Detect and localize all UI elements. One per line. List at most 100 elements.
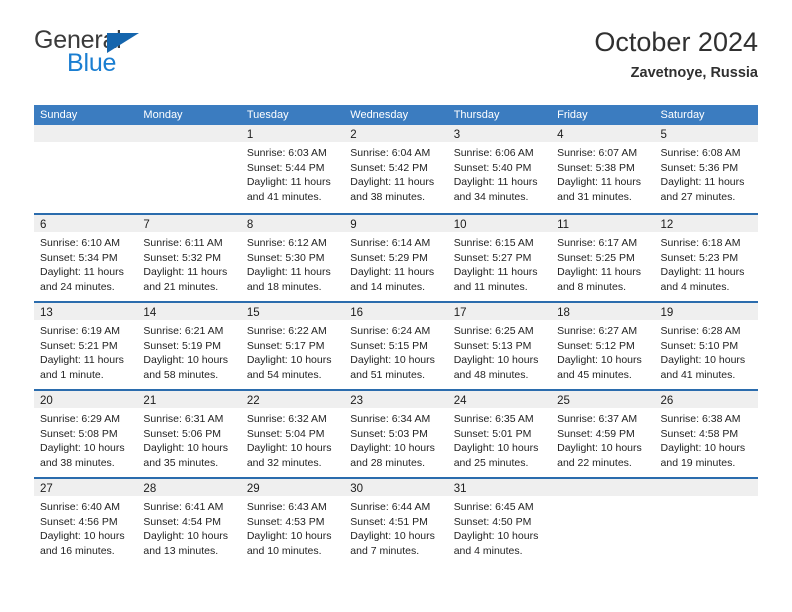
day-cell[interactable]: 18 Sunrise: 6:27 AM Sunset: 5:12 PM Dayligh… <box>551 303 655 389</box>
sunset-text: Sunset: 5:23 PM <box>660 251 739 264</box>
day-number-strip: 13 <box>34 303 138 320</box>
day-cell[interactable]: 20 Sunrise: 6:29 AM Sunset: 5:08 PM Dayligh… <box>34 391 138 477</box>
day-details: Sunrise: 6:17 AM Sunset: 5:25 PM Daylight:… <box>551 232 654 294</box>
day-number-strip: 23 <box>344 391 448 408</box>
day-cell[interactable]: 4 Sunrise: 6:07 AM Sunset: 5:38 PM Daylight… <box>551 125 655 213</box>
day-cell[interactable]: 5 Sunrise: 6:08 AM Sunset: 5:36 PM Daylight… <box>654 125 758 213</box>
sunset-text: Sunset: 5:38 PM <box>557 161 635 174</box>
day-details: Sunrise: 6:24 AM Sunset: 5:15 PM Daylight:… <box>344 320 447 382</box>
day-details: Sunrise: 6:22 AM Sunset: 5:17 PM Daylight:… <box>241 320 344 382</box>
sunset-text: Sunset: 5:03 PM <box>350 427 428 440</box>
day-details: Sunrise: 6:19 AM Sunset: 5:21 PM Daylight:… <box>34 320 137 382</box>
day-cell[interactable]: 26 Sunrise: 6:38 AM Sunset: 4:58 PM Dayligh… <box>654 391 758 477</box>
day-cell[interactable]: 11 Sunrise: 6:17 AM Sunset: 5:25 PM Dayligh… <box>551 215 655 301</box>
day-cell[interactable]: 31 Sunrise: 6:45 AM Sunset: 4:50 PM Dayligh… <box>447 479 552 565</box>
daylight-text-line2: and 48 minutes. <box>453 368 529 381</box>
day-cell[interactable]: 27 Sunrise: 6:40 AM Sunset: 4:56 PM Dayligh… <box>34 479 138 565</box>
general-blue-logo[interactable]: General Blue <box>34 28 264 90</box>
day-cell[interactable]: 21 Sunrise: 6:31 AM Sunset: 5:06 PM Dayligh… <box>137 391 241 477</box>
day-number: 21 <box>143 395 157 407</box>
day-details: Sunrise: 6:31 AM Sunset: 5:06 PM Daylight:… <box>137 408 240 470</box>
daylight-text-line2: and 51 minutes. <box>350 368 425 381</box>
day-details: Sunrise: 6:06 AM Sunset: 5:40 PM Daylight:… <box>448 142 551 204</box>
day-cell[interactable]: 28 Sunrise: 6:41 AM Sunset: 4:54 PM Dayligh… <box>137 479 241 565</box>
week-row: 27 Sunrise: 6:40 AM Sunset: 4:56 PM Dayligh… <box>34 477 758 565</box>
sunset-text: Sunset: 4:54 PM <box>143 515 222 528</box>
day-cell-empty <box>654 479 758 565</box>
daylight-text-line2: and 32 minutes. <box>246 456 322 469</box>
day-number: 10 <box>453 219 467 231</box>
day-cell[interactable]: 29 Sunrise: 6:43 AM Sunset: 4:53 PM Dayligh… <box>240 479 345 565</box>
sunrise-text: Sunrise: 6:12 AM <box>246 237 327 249</box>
sunrise-text: Sunrise: 6:41 AM <box>143 501 224 513</box>
day-number-strip: 1 <box>240 125 345 142</box>
day-cell[interactable]: 12 Sunrise: 6:18 AM Sunset: 5:23 PM Dayligh… <box>654 215 758 301</box>
week-row: 1 Sunrise: 6:03 AM Sunset: 5:44 PM Daylight… <box>34 125 758 213</box>
daylight-text-line2: and 38 minutes. <box>350 190 425 203</box>
day-cell[interactable]: 16 Sunrise: 6:24 AM Sunset: 5:15 PM Dayligh… <box>344 303 448 389</box>
day-details: Sunrise: 6:15 AM Sunset: 5:27 PM Daylight:… <box>448 232 551 294</box>
day-details: Sunrise: 6:04 AM Sunset: 5:42 PM Daylight:… <box>344 142 447 204</box>
daylight-text-line1: Daylight: 10 hours <box>453 442 539 455</box>
day-number-strip <box>34 125 138 142</box>
sunrise-text: Sunrise: 6:43 AM <box>246 501 327 513</box>
day-details: Sunrise: 6:12 AM Sunset: 5:30 PM Daylight:… <box>241 232 344 294</box>
day-cell[interactable]: 10 Sunrise: 6:15 AM Sunset: 5:27 PM Dayligh… <box>447 215 552 301</box>
daylight-text-line2: and 54 minutes. <box>246 368 322 381</box>
day-number-strip: 30 <box>344 479 448 496</box>
weekday-header-sunday: Sunday <box>40 109 78 121</box>
day-details: Sunrise: 6:03 AM Sunset: 5:44 PM Daylight:… <box>241 142 344 204</box>
day-details <box>655 496 758 500</box>
day-cell[interactable]: 2 Sunrise: 6:04 AM Sunset: 5:42 PM Daylight… <box>344 125 448 213</box>
day-cell[interactable]: 19 Sunrise: 6:28 AM Sunset: 5:10 PM Dayligh… <box>654 303 758 389</box>
sunset-text: Sunset: 5:01 PM <box>453 427 532 440</box>
day-cell[interactable]: 7 Sunrise: 6:11 AM Sunset: 5:32 PM Daylight… <box>137 215 241 301</box>
weekday-header-wednesday: Wednesday <box>350 109 409 121</box>
daylight-text-line2: and 58 minutes. <box>143 368 219 381</box>
day-details: Sunrise: 6:07 AM Sunset: 5:38 PM Daylight:… <box>551 142 654 204</box>
day-details: Sunrise: 6:29 AM Sunset: 5:08 PM Daylight:… <box>34 408 137 470</box>
day-details: Sunrise: 6:32 AM Sunset: 5:04 PM Daylight:… <box>241 408 344 470</box>
day-cell[interactable]: 23 Sunrise: 6:34 AM Sunset: 5:03 PM Dayligh… <box>344 391 448 477</box>
day-number-strip: 7 <box>137 215 241 232</box>
calendar-page: General Blue October 2024 Zavetnoye, Rus… <box>0 0 792 612</box>
day-cell[interactable]: 3 Sunrise: 6:06 AM Sunset: 5:40 PM Daylight… <box>447 125 552 213</box>
daylight-text-line2: and 1 minute. <box>40 368 104 381</box>
day-cell[interactable]: 1 Sunrise: 6:03 AM Sunset: 5:44 PM Daylight… <box>240 125 345 213</box>
sunrise-text: Sunrise: 6:28 AM <box>660 325 741 337</box>
sunrise-text: Sunrise: 6:31 AM <box>143 413 224 425</box>
sunset-text: Sunset: 5:30 PM <box>246 251 325 264</box>
day-details: Sunrise: 6:43 AM Sunset: 4:53 PM Daylight:… <box>241 496 344 558</box>
sunset-text: Sunset: 5:15 PM <box>350 339 428 352</box>
day-number-strip: 4 <box>551 125 655 142</box>
day-cell[interactable]: 14 Sunrise: 6:21 AM Sunset: 5:19 PM Dayligh… <box>137 303 241 389</box>
day-cell[interactable]: 9 Sunrise: 6:14 AM Sunset: 5:29 PM Daylight… <box>344 215 448 301</box>
sunrise-text: Sunrise: 6:07 AM <box>557 147 638 159</box>
day-number-strip: 29 <box>240 479 345 496</box>
weekday-header-tuesday: Tuesday <box>246 109 289 121</box>
day-cell[interactable]: 13 Sunrise: 6:19 AM Sunset: 5:21 PM Dayligh… <box>34 303 138 389</box>
daylight-text-line2: and 13 minutes. <box>143 544 219 557</box>
day-cell[interactable]: 15 Sunrise: 6:22 AM Sunset: 5:17 PM Dayligh… <box>240 303 345 389</box>
day-cell[interactable]: 24 Sunrise: 6:35 AM Sunset: 5:01 PM Dayligh… <box>447 391 552 477</box>
day-cell[interactable]: 25 Sunrise: 6:37 AM Sunset: 4:59 PM Dayligh… <box>551 391 655 477</box>
sunset-text: Sunset: 5:10 PM <box>660 339 739 352</box>
day-number: 28 <box>143 483 157 495</box>
daylight-text-line2: and 22 minutes. <box>557 456 632 469</box>
sunrise-text: Sunrise: 6:44 AM <box>350 501 431 513</box>
day-number: 14 <box>143 307 157 319</box>
day-number-strip <box>137 125 241 142</box>
day-cell[interactable]: 30 Sunrise: 6:44 AM Sunset: 4:51 PM Dayligh… <box>344 479 448 565</box>
sunrise-text: Sunrise: 6:06 AM <box>453 147 534 159</box>
daylight-text-line2: and 41 minutes. <box>660 368 736 381</box>
sunrise-text: Sunrise: 6:19 AM <box>40 325 120 337</box>
day-details: Sunrise: 6:11 AM Sunset: 5:32 PM Daylight:… <box>137 232 240 294</box>
week-row: 6 Sunrise: 6:10 AM Sunset: 5:34 PM Daylight… <box>34 213 758 301</box>
sunrise-text: Sunrise: 6:35 AM <box>453 413 534 425</box>
daylight-text-line2: and 31 minutes. <box>557 190 632 203</box>
daylight-text-line1: Daylight: 11 hours <box>40 354 124 367</box>
day-cell[interactable]: 6 Sunrise: 6:10 AM Sunset: 5:34 PM Daylight… <box>34 215 138 301</box>
day-cell[interactable]: 22 Sunrise: 6:32 AM Sunset: 5:04 PM Dayligh… <box>240 391 345 477</box>
day-cell[interactable]: 8 Sunrise: 6:12 AM Sunset: 5:30 PM Daylight… <box>240 215 345 301</box>
day-cell[interactable]: 17 Sunrise: 6:25 AM Sunset: 5:13 PM Dayligh… <box>447 303 552 389</box>
